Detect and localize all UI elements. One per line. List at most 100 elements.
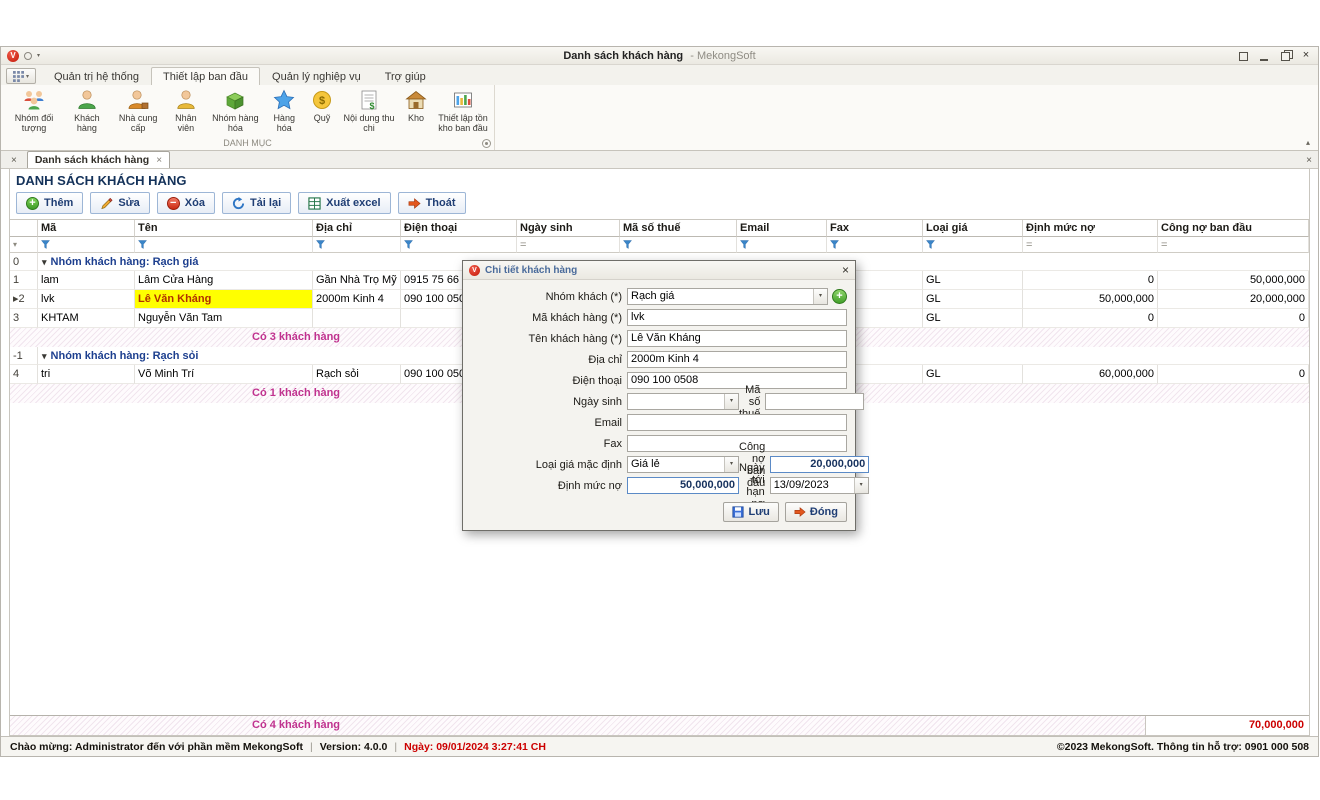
ribbon-item-nhom-doi-tuong[interactable]: Nhóm đối tượng: [5, 88, 63, 133]
fax-input[interactable]: [627, 435, 847, 452]
filter-ngay-sinh[interactable]: =: [517, 237, 620, 253]
cell-ten-highlighted[interactable]: Lê Văn Kháng: [135, 290, 313, 309]
filter-ma-so-thue[interactable]: [620, 237, 737, 253]
dien-thoai-input[interactable]: 090 100 0508: [627, 372, 847, 389]
filter-loai-gia[interactable]: [923, 237, 1023, 253]
delete-button[interactable]: − Xóa: [157, 192, 215, 214]
ribbon-item-nhan-vien[interactable]: Nhân viên: [165, 88, 206, 133]
cell-dinh-muc-no[interactable]: 50,000,000: [1023, 290, 1158, 309]
chevron-down-icon[interactable]: ▾: [724, 457, 738, 472]
restore-button[interactable]: [1279, 50, 1291, 61]
nhom-khach-combobox[interactable]: Rạch giá ▾: [627, 288, 828, 305]
close-all-tabs-button[interactable]: ×: [11, 155, 17, 166]
cell-dia-chi[interactable]: Gần Nhà Trọ Mỹ X...: [313, 271, 401, 290]
cong-no-ban-dau-input[interactable]: 20,000,000: [770, 456, 869, 473]
collapse-triangle-icon[interactable]: ▾: [42, 257, 47, 267]
group-dialog-launcher[interactable]: [482, 139, 491, 148]
cell-cong-no[interactable]: 0: [1158, 309, 1309, 328]
add-group-button[interactable]: +: [832, 289, 847, 304]
ten-khach-hang-input[interactable]: Lê Văn Kháng: [627, 330, 847, 347]
filter-ma[interactable]: [38, 237, 135, 253]
edit-button[interactable]: Sửa: [90, 192, 149, 214]
filter-dien-thoai[interactable]: [401, 237, 517, 253]
application-menu-button[interactable]: ▾: [6, 68, 36, 84]
save-button[interactable]: Lưu: [723, 502, 778, 522]
ribbon-item-khach-hang[interactable]: Khách hàng: [63, 88, 111, 133]
fullscreen-button[interactable]: [1237, 50, 1249, 61]
cell-dia-chi[interactable]: [313, 309, 401, 328]
ribbon-item-kho[interactable]: Kho: [398, 88, 434, 123]
column-header-dia-chi[interactable]: Địa chỉ: [313, 220, 401, 237]
dinh-muc-no-input[interactable]: 50,000,000: [627, 477, 739, 494]
ribbon-item-nhom-hang-hoa[interactable]: Nhóm hàng hóa: [206, 88, 264, 133]
reload-button[interactable]: Tải lại: [222, 192, 291, 214]
filter-fax[interactable]: [827, 237, 923, 253]
column-header-cong-no[interactable]: Công nợ ban đầu: [1158, 220, 1309, 237]
column-header-dinh-muc-no[interactable]: Định mức nợ: [1023, 220, 1158, 237]
ma-so-thue-input[interactable]: [765, 393, 864, 410]
column-header-loai-gia[interactable]: Loại giá: [923, 220, 1023, 237]
loai-gia-combobox[interactable]: Giá lẻ ▾: [627, 456, 739, 473]
filter-ten[interactable]: [135, 237, 313, 253]
chevron-down-icon[interactable]: ▾: [854, 478, 868, 493]
ribbon-item-thiet-lap-ton-kho[interactable]: Thiết lập tồn kho ban đầu: [434, 88, 492, 133]
column-header-ngay-sinh[interactable]: Ngày sinh: [517, 220, 620, 237]
ma-khach-hang-input[interactable]: lvk: [627, 309, 847, 326]
export-excel-button[interactable]: Xuất excel: [298, 192, 390, 214]
column-header-fax[interactable]: Fax: [827, 220, 923, 237]
ribbon-tab-help[interactable]: Trợ giúp: [373, 67, 438, 85]
filter-dinh-muc-no[interactable]: =: [1023, 237, 1158, 253]
cell-cong-no[interactable]: 50,000,000: [1158, 271, 1309, 290]
cell-dia-chi[interactable]: Rạch sỏi: [313, 365, 401, 384]
minimize-button[interactable]: [1258, 50, 1270, 61]
cell-dia-chi[interactable]: 2000m Kinh 4: [313, 290, 401, 309]
ngay-sinh-datepicker[interactable]: ▾: [627, 393, 739, 410]
cell-dinh-muc-no[interactable]: 60,000,000: [1023, 365, 1158, 384]
tab-danh-sach-khach-hang[interactable]: Danh sách khách hàng ×: [27, 151, 170, 168]
column-header-ma[interactable]: Mã: [38, 220, 135, 237]
column-header-dien-thoai[interactable]: Điện thoại: [401, 220, 517, 237]
close-window-button[interactable]: ×: [1300, 50, 1312, 61]
dia-chi-input[interactable]: 2000m Kinh 4: [627, 351, 847, 368]
column-header-ten[interactable]: Tên: [135, 220, 313, 237]
column-header-ma-so-thue[interactable]: Mã số thuế: [620, 220, 737, 237]
ribbon-item-nha-cung-cap[interactable]: Nhà cung cấp: [111, 88, 166, 133]
filter-corner[interactable]: ▾: [10, 237, 38, 253]
cell-dinh-muc-no[interactable]: 0: [1023, 309, 1158, 328]
ngay-toi-han-datepicker[interactable]: 13/09/2023 ▾: [770, 477, 869, 494]
cell-ten[interactable]: Lâm Cửa Hàng: [135, 271, 313, 290]
cell-cong-no[interactable]: 20,000,000: [1158, 290, 1309, 309]
cell-cong-no[interactable]: 0: [1158, 365, 1309, 384]
exit-button[interactable]: Thoát: [398, 192, 466, 214]
filter-dia-chi[interactable]: [313, 237, 401, 253]
close-document-button[interactable]: ×: [1306, 155, 1312, 166]
tab-close-icon[interactable]: ×: [156, 155, 162, 166]
ribbon-tab-setup[interactable]: Thiết lập ban đầu: [151, 67, 260, 85]
close-button[interactable]: Đóng: [785, 502, 847, 522]
email-input[interactable]: [627, 414, 847, 431]
cell-ma[interactable]: lvk: [38, 290, 135, 309]
cell-loai-gia[interactable]: GL: [923, 290, 1023, 309]
ribbon-collapse-button[interactable]: ▴: [1306, 138, 1310, 147]
cell-dinh-muc-no[interactable]: 0: [1023, 271, 1158, 290]
cell-ten[interactable]: Võ Minh Trí: [135, 365, 313, 384]
chevron-down-icon[interactable]: ▾: [724, 394, 738, 409]
cell-ma[interactable]: KHTAM: [38, 309, 135, 328]
ribbon-item-noi-dung-thu-chi[interactable]: $ Nội dung thu chi: [340, 88, 398, 133]
ribbon-tab-operations[interactable]: Quản lý nghiệp vụ: [260, 67, 373, 85]
cell-loai-gia[interactable]: GL: [923, 271, 1023, 290]
cell-ten[interactable]: Nguyễn Văn Tam: [135, 309, 313, 328]
quick-access-icon[interactable]: [24, 52, 32, 60]
collapse-triangle-icon[interactable]: ▾: [42, 351, 47, 361]
ribbon-tab-system[interactable]: Quản trị hệ thống: [42, 67, 151, 85]
filter-email[interactable]: [737, 237, 827, 253]
filter-cong-no[interactable]: =: [1158, 237, 1309, 253]
cell-loai-gia[interactable]: GL: [923, 309, 1023, 328]
ribbon-item-hang-hoa[interactable]: Hàng hóa: [264, 88, 304, 133]
cell-ma[interactable]: tri: [38, 365, 135, 384]
ribbon-item-quy[interactable]: $ Quỹ: [304, 88, 340, 123]
quick-access-dropdown-icon[interactable]: ▾: [37, 52, 40, 59]
cell-loai-gia[interactable]: GL: [923, 365, 1023, 384]
add-button[interactable]: + Thêm: [16, 192, 83, 214]
column-header-email[interactable]: Email: [737, 220, 827, 237]
